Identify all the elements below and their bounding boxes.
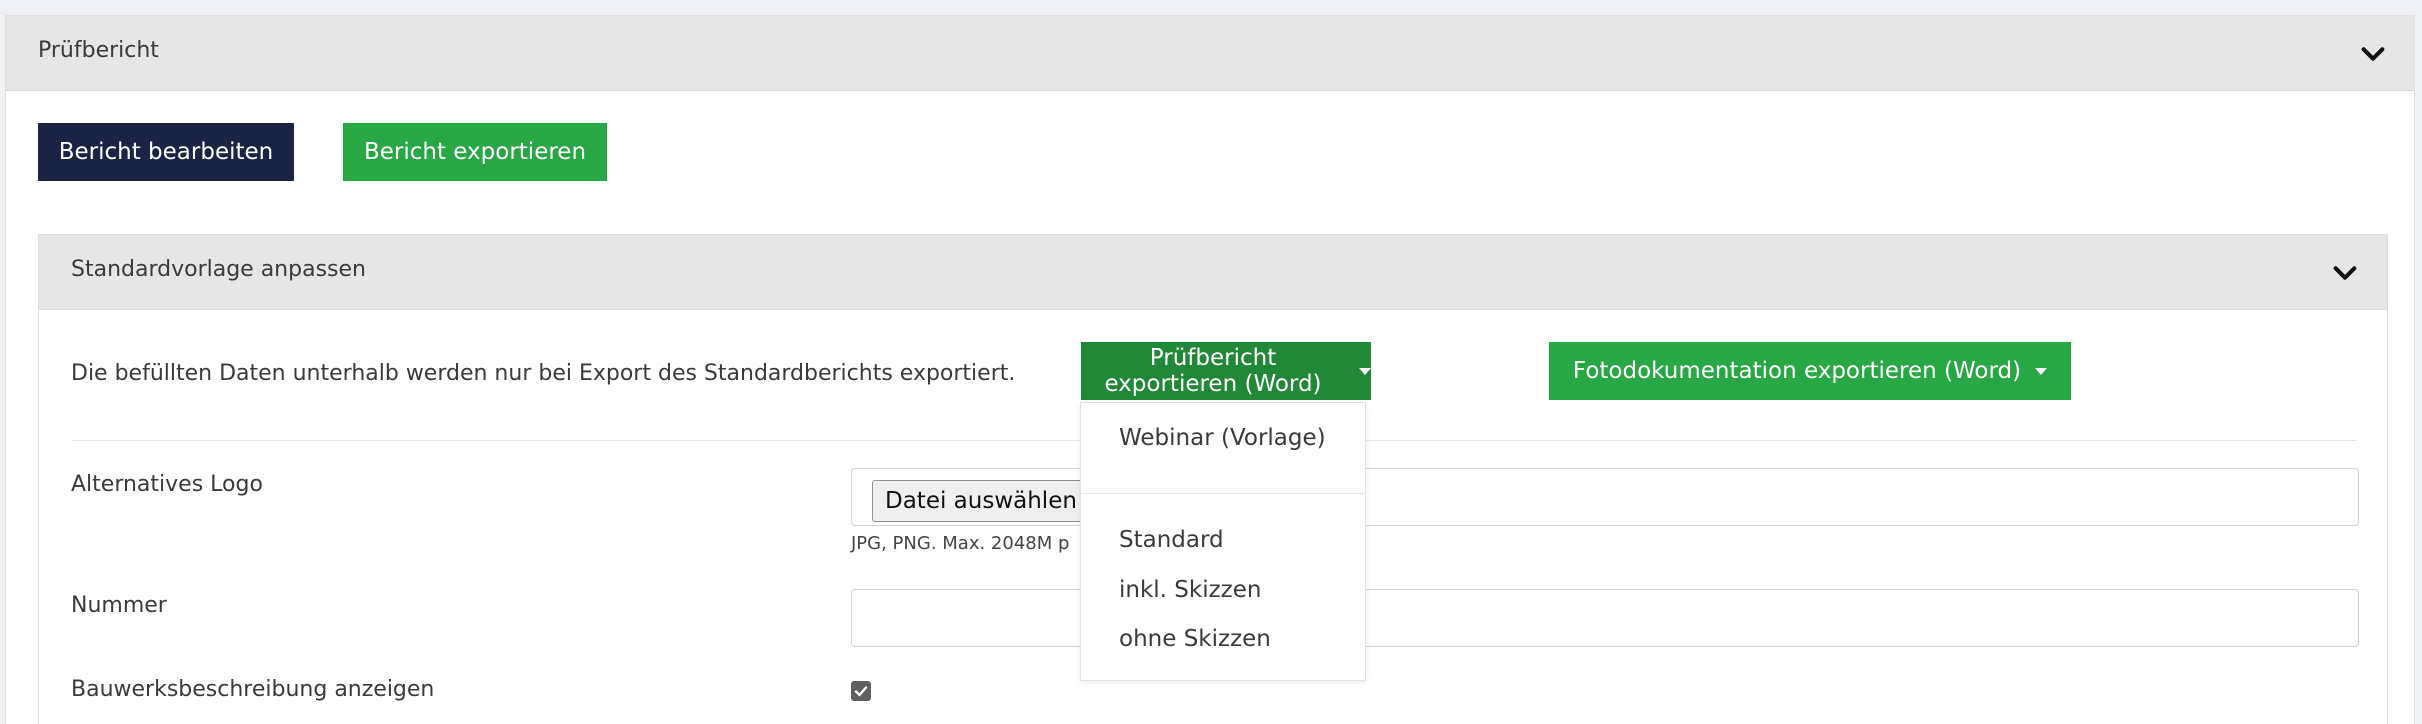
chevron-down-icon[interactable] xyxy=(2359,40,2387,68)
checkmark-icon xyxy=(854,686,868,697)
logo-label: Alternatives Logo xyxy=(71,472,263,497)
number-input[interactable] xyxy=(851,589,2359,647)
caret-down-icon xyxy=(2035,367,2048,375)
export-word-dropdown-button[interactable]: Prüfbericht exportieren (Word) xyxy=(1081,342,1371,400)
building-description-label: Bauwerksbeschreibung anzeigen xyxy=(71,677,435,702)
dropdown-item-webinar[interactable]: Webinar (Vorlage) xyxy=(1119,425,1326,451)
caret-down-icon xyxy=(1359,367,1371,375)
logo-help-text: JPG, PNG. Max. 2048M p xyxy=(851,533,1070,554)
dropdown-divider xyxy=(1081,493,1365,494)
export-report-button[interactable]: Bericht exportieren xyxy=(343,123,607,181)
pruefbericht-card-title: Prüfbericht xyxy=(38,38,159,63)
number-label: Nummer xyxy=(71,593,167,618)
chevron-down-icon[interactable] xyxy=(2331,259,2359,287)
standardvorlage-card-title: Standardvorlage anpassen xyxy=(71,257,366,282)
photo-export-dropdown-button[interactable]: Fotodokumentation exportieren (Word) xyxy=(1549,342,2071,400)
export-word-label: Prüfbericht exportieren (Word) xyxy=(1104,345,1322,397)
standardvorlage-card-header[interactable]: Standardvorlage anpassen xyxy=(39,235,2387,310)
pruefbericht-card-header[interactable]: Prüfbericht xyxy=(6,16,2414,91)
photo-export-label: Fotodokumentation exportieren (Word) xyxy=(1572,358,2022,384)
export-word-dropdown-menu: Webinar (Vorlage) Standard inkl. Skizzen… xyxy=(1080,402,1366,681)
choose-file-button[interactable]: Datei auswählen xyxy=(872,480,1090,522)
building-description-checkbox[interactable] xyxy=(851,681,871,701)
dropdown-item-standard[interactable]: Standard xyxy=(1119,527,1224,553)
export-info-text: Die befüllten Daten unterhalb werden nur… xyxy=(71,361,1016,386)
edit-report-button[interactable]: Bericht bearbeiten xyxy=(38,123,294,181)
dropdown-item-ohne-skizzen[interactable]: ohne Skizzen xyxy=(1119,626,1271,652)
logo-file-field[interactable]: Datei auswählen xyxy=(851,468,2359,526)
dropdown-item-inkl-skizzen[interactable]: inkl. Skizzen xyxy=(1119,577,1261,603)
top-strip xyxy=(0,0,2422,15)
